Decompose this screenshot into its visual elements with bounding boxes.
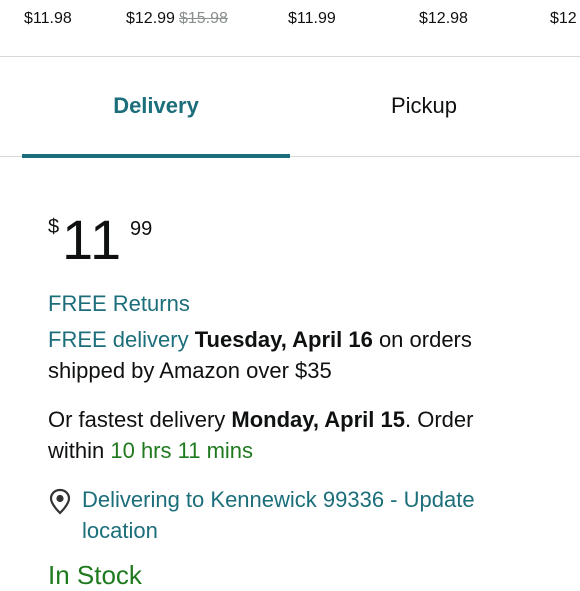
location-link[interactable]: Delivering to Kennewick 99336 - Update l… [82, 484, 542, 546]
price-strip: $11.98 $12.99 $15.98 $11.99 $12.98 $12 [0, 0, 580, 57]
strip-price-5[interactable]: $12 [550, 10, 577, 28]
active-tab-indicator [22, 154, 290, 158]
delivery-terms: on orders [372, 327, 472, 352]
free-returns-link[interactable]: FREE Returns [48, 288, 538, 319]
strip-price-2[interactable]: $12.99 $15.98 [126, 10, 228, 28]
free-delivery-message: FREE delivery Tuesday, April 16 on order… [48, 324, 538, 386]
price-symbol: $ [48, 216, 60, 238]
location-pin-icon [49, 488, 71, 515]
stock-status: In Stock [48, 560, 142, 590]
fastest-within: within [48, 438, 111, 463]
delivery-terms-2: shipped by Amazon over $35 [48, 358, 332, 383]
strip-price-1[interactable]: $11.98 [24, 10, 72, 28]
strip-price-3[interactable]: $11.99 [288, 10, 336, 28]
fastest-suffix: . Order [404, 407, 474, 432]
strip-price-4[interactable]: $12.98 [419, 10, 468, 28]
tab-delivery[interactable]: Delivery [22, 56, 290, 156]
fastest-prefix: Or fastest delivery [48, 407, 232, 432]
price-fraction: 99 [130, 218, 153, 240]
delivery-date: Tuesday, April 16 [194, 327, 373, 352]
tab-pickup[interactable]: Pickup [290, 56, 558, 156]
price-whole: 11 [62, 208, 123, 271]
free-delivery-link[interactable]: FREE delivery [48, 327, 189, 352]
fastest-date: Monday, April 15 [231, 407, 405, 432]
delivery-tabs: Delivery Pickup [0, 56, 580, 158]
order-countdown: 10 hrs 11 mins [110, 438, 254, 463]
strip-original-price: $15.98 [178, 10, 228, 27]
fastest-delivery-message: Or fastest delivery Monday, April 15. Or… [48, 404, 538, 466]
